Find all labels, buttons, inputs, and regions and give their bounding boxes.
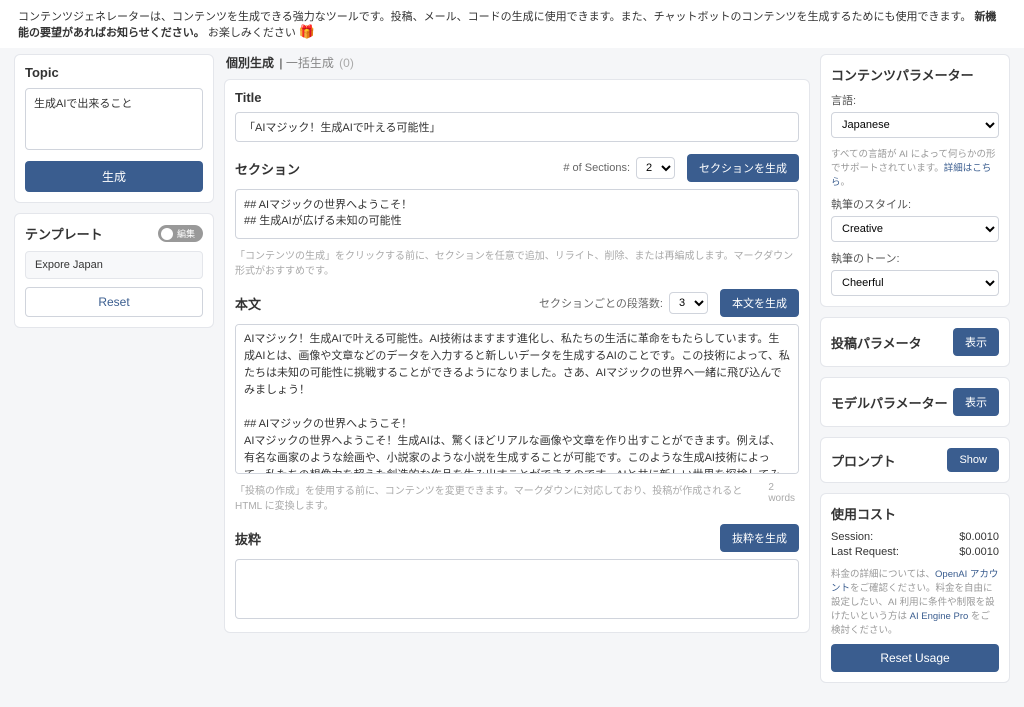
topic-card: Topic 生成	[14, 54, 214, 203]
template-heading: テンプレート	[25, 224, 103, 243]
excerpt-input[interactable]	[235, 559, 799, 619]
tab-individual[interactable]: 個別生成	[226, 56, 274, 70]
sections-num-label: # of Sections:	[563, 162, 630, 174]
prompt-card: プロンプト Show	[820, 437, 1010, 483]
title-input[interactable]	[235, 112, 799, 142]
generate-sections-button[interactable]: セクションを生成	[687, 154, 799, 182]
content-params-heading: コンテンツパラメーター	[831, 65, 999, 84]
bulk-count: (0)	[339, 56, 354, 70]
post-params-card: 投稿パラメータ 表示	[820, 317, 1010, 367]
top-description: コンテンツジェネレーターは、コンテンツを生成できる強力なツールです。投稿、メール…	[0, 0, 1024, 48]
post-params-heading: 投稿パラメータ	[831, 333, 922, 352]
prompt-heading: プロンプト	[831, 451, 896, 470]
topbar-text: コンテンツジェネレーターは、コンテンツを生成できる強力なツールです。投稿、メール…	[18, 11, 971, 23]
topic-input[interactable]	[25, 88, 203, 150]
template-reset-button[interactable]: Reset	[25, 287, 203, 317]
language-label: 言語:	[831, 92, 999, 108]
template-item[interactable]: Expore Japan	[25, 251, 203, 279]
body-label: 本文	[235, 294, 261, 313]
excerpt-label: 抜粋	[235, 529, 261, 548]
gift-icon: 🎁	[299, 24, 315, 39]
style-label: 執筆のスタイル:	[831, 196, 999, 212]
body-word-count: 2 words	[768, 482, 799, 512]
generation-tabs: 個別生成 | 一括生成 (0)	[224, 54, 810, 71]
generate-body-button[interactable]: 本文を生成	[720, 289, 799, 317]
cost-note: 料金の詳細については、OpenAI アカウントをご確認ください。料金を自由に設定…	[831, 566, 999, 636]
model-params-heading: モデルパラメーター	[831, 393, 948, 412]
sections-num-select[interactable]: 2	[636, 157, 675, 179]
body-input[interactable]	[235, 324, 799, 474]
last-request-value: $0.0010	[959, 546, 999, 558]
topic-heading: Topic	[25, 65, 203, 80]
cost-card: 使用コスト Session: $0.0010 Last Request: $0.00…	[820, 493, 1010, 683]
sections-label: セクション	[235, 159, 300, 178]
generate-excerpt-button[interactable]: 抜粋を生成	[720, 524, 799, 552]
content-card: Title セクション # of Sections: 2 セクションを生成 「コ…	[224, 79, 810, 633]
topbar-tail: お楽しみください	[208, 27, 296, 39]
post-params-show-button[interactable]: 表示	[953, 328, 999, 356]
template-card: テンプレート 編集 Expore Japan Reset	[14, 213, 214, 328]
ai-engine-pro-link[interactable]: AI Engine Pro	[910, 611, 969, 622]
session-value: $0.0010	[959, 531, 999, 543]
language-note: すべての言語が AI によって何らかの形でサポートされています。詳細はこちら。	[831, 146, 999, 188]
language-select[interactable]: Japanese	[831, 112, 999, 138]
title-label: Title	[235, 90, 799, 105]
model-params-show-button[interactable]: 表示	[953, 388, 999, 416]
tone-select[interactable]: Cheerful	[831, 270, 999, 296]
model-params-card: モデルパラメーター 表示	[820, 377, 1010, 427]
session-label: Session:	[831, 531, 873, 543]
reset-usage-button[interactable]: Reset Usage	[831, 644, 999, 672]
prompt-show-button[interactable]: Show	[947, 448, 999, 472]
last-request-label: Last Request:	[831, 546, 899, 558]
body-num-select[interactable]: 3	[669, 292, 708, 314]
sections-input[interactable]	[235, 189, 799, 239]
sections-hint: 「コンテンツの生成」をクリックする前に、セクションを任意で追加、リライト、削除、…	[235, 247, 799, 277]
tab-bulk[interactable]: 一括生成	[286, 56, 334, 70]
cost-heading: 使用コスト	[831, 504, 999, 523]
generate-button[interactable]: 生成	[25, 161, 203, 192]
content-params-card: コンテンツパラメーター 言語: Japanese すべての言語が AI によって…	[820, 54, 1010, 307]
style-select[interactable]: Creative	[831, 216, 999, 242]
body-num-label: セクションごとの段落数:	[539, 295, 663, 311]
body-hint: 「投稿の作成」を使用する前に、コンテンツを変更できます。マークダウンに対応してお…	[235, 482, 768, 512]
tone-label: 執筆のトーン:	[831, 250, 999, 266]
template-edit-toggle[interactable]: 編集	[158, 225, 203, 242]
